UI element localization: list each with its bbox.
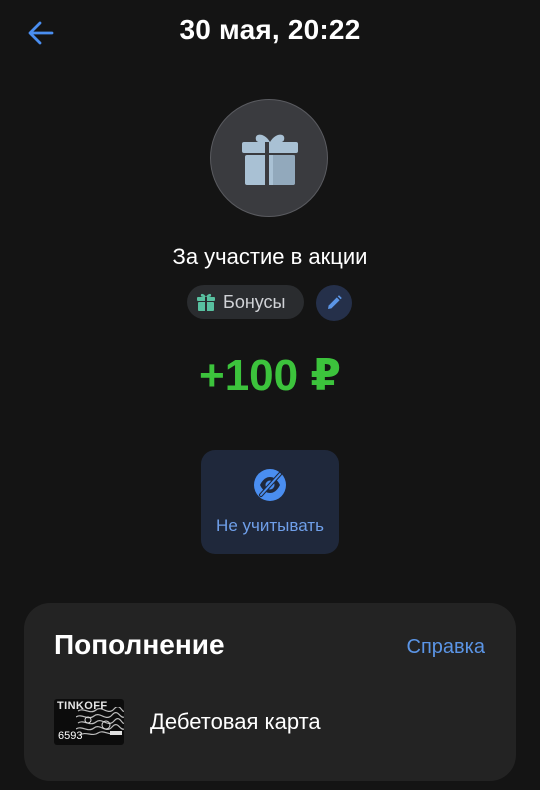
pencil-icon: [328, 295, 342, 309]
card-last-digits: 6593: [58, 730, 83, 742]
top-bar: 30 мая, 20:22: [0, 0, 540, 66]
operation-icon: [210, 99, 328, 217]
card-brand: TINKOFF: [57, 700, 108, 712]
card-image: TINKOFF 6593: [54, 699, 124, 745]
exclude-button[interactable]: Не учитывать: [201, 450, 339, 554]
details-title: Пополнение: [54, 629, 225, 660]
category-chip[interactable]: Бонусы: [187, 285, 304, 319]
help-link[interactable]: Справка: [407, 636, 485, 659]
card-row[interactable]: TINKOFF 6593 Дебетовая карта: [54, 699, 494, 749]
card-name: Дебетовая карта: [150, 709, 321, 734]
exclude-label: Не учитывать: [216, 516, 324, 535]
page-title: 30 мая, 20:22: [179, 14, 361, 45]
operation-amount: +100 ₽: [199, 351, 341, 400]
eye-off-icon: [254, 469, 286, 501]
gift-icon: [242, 134, 298, 185]
gift-icon: [197, 293, 215, 311]
details-panel: Пополнение Справка TINKOFF 6593 Дебетова…: [24, 603, 516, 781]
edit-category-button[interactable]: [316, 285, 352, 321]
operation-description: За участие в акции: [172, 244, 368, 269]
category-label: Бонусы: [223, 291, 286, 312]
